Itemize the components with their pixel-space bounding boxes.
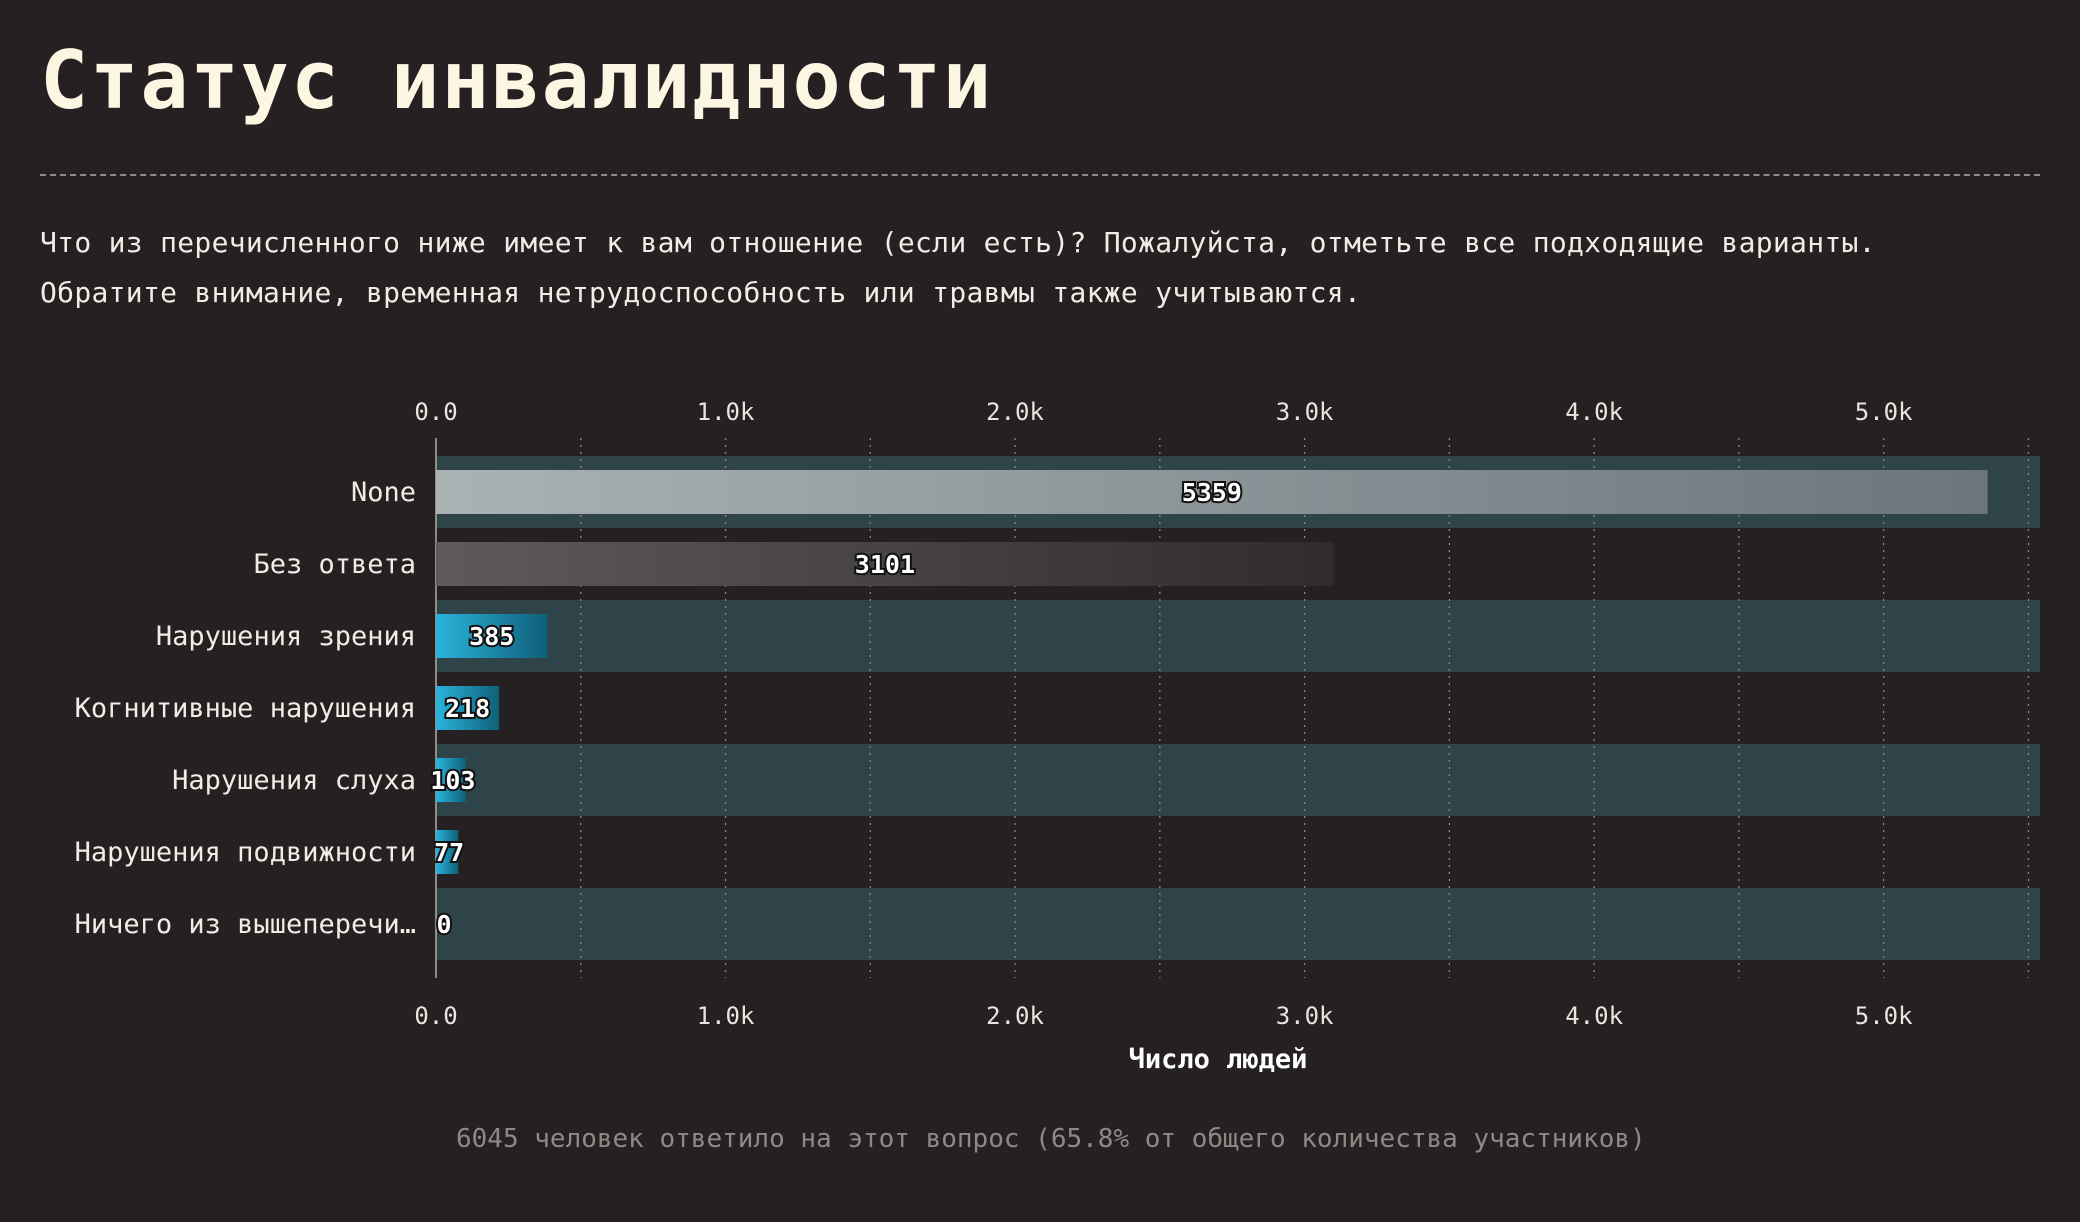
x-tick-label: 2.0k <box>986 398 1044 426</box>
category-label: Без ответа <box>253 549 416 580</box>
category-label: Ничего из вышеперечи… <box>75 909 416 940</box>
x-tick-label: 5.0k <box>1855 398 1913 426</box>
category-label: None <box>351 477 416 508</box>
x-tick-label: 3.0k <box>1276 398 1334 426</box>
x-tick-label: 5.0k <box>1855 1002 1913 1030</box>
category-label: Когнитивные нарушения <box>75 693 416 724</box>
question-text-line-2: Обратите внимание, временная нетрудоспос… <box>40 276 1362 309</box>
x-tick-label: 0.0 <box>414 398 457 426</box>
x-tick-label: 4.0k <box>1565 398 1623 426</box>
x-tick-label: 2.0k <box>986 1002 1044 1030</box>
row-bands <box>436 456 2040 960</box>
question-text-line-1: Что из перечисленного ниже имеет к вам о… <box>40 226 1876 259</box>
x-tick-label: 0.0 <box>414 1002 457 1030</box>
value-label: 103 <box>430 766 475 795</box>
value-label: 218 <box>445 694 490 723</box>
value-label: 385 <box>469 622 514 651</box>
category-label: Нарушения зрения <box>156 621 416 652</box>
page-title: Статус инвалидности <box>40 34 994 127</box>
x-tick-label: 1.0k <box>697 1002 755 1030</box>
x-tick-label: 1.0k <box>697 398 755 426</box>
title-divider <box>40 174 2040 176</box>
x-tick-label: 4.0k <box>1565 1002 1623 1030</box>
bar-chart: None Без ответа Нарушения зрения Когнитивны… <box>75 398 2040 1075</box>
value-label: 0 <box>436 910 451 939</box>
x-tick-label: 3.0k <box>1276 1002 1334 1030</box>
x-axis-title: Число людей <box>1129 1044 1308 1075</box>
row-band <box>436 600 2040 672</box>
category-labels: None Без ответа Нарушения зрения Когнитивны… <box>75 477 416 940</box>
category-label: Нарушения слуха <box>172 765 416 796</box>
footnote: 6045 человек ответило на этот вопрос (65… <box>456 1124 1646 1154</box>
category-label: Нарушения подвижности <box>75 837 416 868</box>
value-label: 77 <box>434 838 464 867</box>
value-label: 3101 <box>855 550 915 579</box>
row-band <box>436 744 2040 816</box>
row-band <box>436 888 2040 960</box>
value-label: 5359 <box>1182 478 1242 507</box>
